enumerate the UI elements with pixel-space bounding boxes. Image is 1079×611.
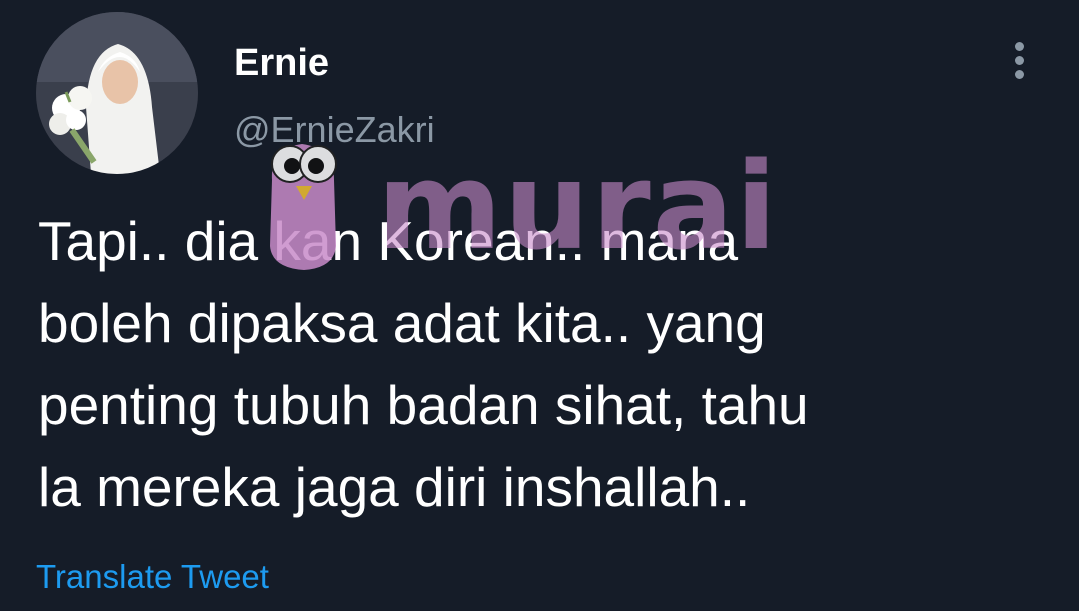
tweet-text: Tapi.. dia kan Korean.. mana boleh dipak…	[38, 210, 809, 518]
author-display-name[interactable]: Ernie	[234, 40, 329, 86]
tweet-card: Ernie @ErnieZakri Tapi.. dia kan Korean.…	[0, 0, 1079, 611]
more-options-button[interactable]	[1000, 38, 1040, 84]
author-handle[interactable]: @ErnieZakri	[234, 108, 435, 152]
author-avatar[interactable]	[36, 12, 198, 174]
profile-photo	[36, 12, 198, 174]
translate-tweet-link[interactable]: Translate Tweet	[36, 556, 269, 598]
more-vertical-icon	[1015, 42, 1024, 51]
more-vertical-icon-dot	[1015, 70, 1024, 79]
more-vertical-icon-dot	[1015, 56, 1024, 65]
